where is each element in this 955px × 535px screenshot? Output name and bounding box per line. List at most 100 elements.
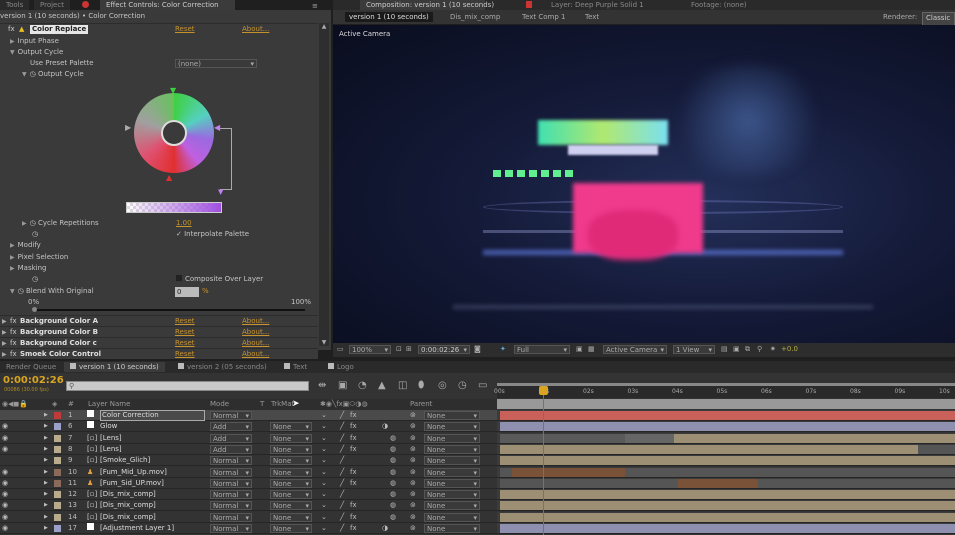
comp-nav-version1[interactable]: version 1 (10 seconds) — [345, 12, 433, 22]
snapshot-icon[interactable]: ◙ — [474, 345, 481, 353]
pickwhip-icon[interactable]: ⊚ — [410, 455, 416, 466]
quality-switch-icon[interactable]: ╱ — [340, 512, 344, 523]
layer-row[interactable]: ◉ ▶ 7 [▫] [Lens] Add None ⌄ ╱ fx ◍ ⊚ Non… — [0, 432, 497, 444]
timeline-tab[interactable]: version 2 (05 seconds) — [172, 362, 273, 372]
fx-icon[interactable]: fx — [10, 349, 17, 360]
effect-row[interactable]: ▶ fx Smoek Color Control Reset About... — [0, 348, 318, 359]
stopwatch-icon[interactable]: ◷ — [32, 230, 38, 238]
adjustment-icon[interactable]: ◑ — [382, 421, 388, 432]
effect-name[interactable]: Color Replace — [30, 25, 89, 34]
3d-layer-icon[interactable]: ◍ — [390, 500, 396, 511]
shy-switch-icon[interactable]: ⌄ — [321, 444, 327, 455]
parent-header[interactable]: Parent — [410, 399, 432, 410]
trkmat-dropdown[interactable]: None — [270, 501, 312, 511]
layer-duration-bar[interactable] — [500, 444, 919, 454]
about-link[interactable]: About... — [242, 349, 269, 360]
blend-slider-knob[interactable] — [32, 307, 37, 312]
fx-switch-icon[interactable]: fx — [350, 421, 357, 432]
blend-with-original-label[interactable]: ▼ ◷ Blend With Original — [10, 287, 94, 295]
tab-layer[interactable]: Layer: Deep Purple Solid 1 — [545, 0, 650, 10]
eye-icon[interactable]: ◉ — [2, 512, 8, 523]
fx-switch-icon[interactable]: fx — [350, 478, 357, 489]
expand-triangle-icon[interactable]: ▶ — [44, 455, 48, 466]
shy-switch-icon[interactable]: ⌄ — [321, 500, 327, 511]
region-of-interest-icon[interactable]: ▣ — [576, 345, 583, 353]
eye-icon[interactable]: ◉ — [2, 489, 8, 500]
parent-dropdown[interactable]: None — [424, 456, 480, 466]
comp-nav-dis-mix[interactable]: Dis_mix_comp — [450, 12, 500, 22]
modify-group[interactable]: ▶ Modify — [10, 241, 41, 249]
reset-link[interactable]: Reset — [175, 24, 195, 35]
eye-icon[interactable]: ◉ — [2, 523, 8, 534]
mode-dropdown[interactable]: Add — [210, 444, 252, 454]
composite-over-layer-checkbox[interactable]: Composite Over Layer — [176, 275, 263, 283]
3d-layer-icon[interactable]: ◍ — [390, 467, 396, 478]
pixel-selection-group[interactable]: ▶ Pixel Selection — [10, 253, 68, 261]
timeline-tab[interactable]: Logo — [322, 362, 360, 372]
layer-name[interactable]: [Dis_mix_comp] — [100, 489, 156, 500]
label-color[interactable] — [54, 423, 61, 431]
quality-switch-icon[interactable]: ╱ — [340, 421, 344, 432]
input-phase[interactable]: ▶ Input Phase — [10, 37, 59, 45]
always-preview-icon[interactable]: ▭ — [337, 345, 344, 353]
layer-row[interactable]: ◉ ▶ 10 ♟ [Fum_Mid_Up.mov] Normal None ⌄ … — [0, 466, 497, 478]
quality-switch-icon[interactable]: ╱ — [340, 523, 344, 534]
label-color[interactable] — [54, 434, 61, 442]
playhead[interactable] — [539, 386, 549, 535]
output-cycle-group[interactable]: ▼ Output Cycle — [10, 48, 63, 56]
layer-row[interactable]: ◉ ▶ 13 [▫] [Dis_mix_comp] Normal None ⌄ … — [0, 500, 497, 512]
expand-triangle-icon[interactable]: ▶ — [44, 410, 48, 421]
mode-dropdown[interactable]: Normal — [210, 411, 252, 420]
masking-group[interactable]: ▶ Masking — [10, 264, 46, 272]
cycle-triangle-icon[interactable]: ▲ — [166, 173, 172, 182]
layer-row[interactable]: ◉ ▶ 8 [▫] [Lens] Add None ⌄ ╱ fx ◍ ⊚ Non… — [0, 443, 497, 455]
fx-switch-icon[interactable]: fx — [350, 512, 357, 523]
panel-menu-icon[interactable]: ≡ — [312, 2, 318, 10]
label-color[interactable] — [54, 479, 61, 487]
output-cycle-prop[interactable]: ▼ ◷ Output Cycle — [22, 70, 84, 78]
shy-switch-icon[interactable]: ⌄ — [321, 467, 327, 478]
expand-triangle-icon[interactable]: ▶ — [44, 523, 48, 534]
composition-mini-flowchart-icon[interactable]: ⇹ — [318, 380, 326, 391]
cycle-triangle-icon[interactable]: ▼ — [170, 86, 176, 95]
timeline-tab[interactable]: Render Queue — [0, 362, 63, 372]
mode-dropdown[interactable]: Normal — [210, 456, 252, 466]
layer-duration-bar[interactable] — [673, 433, 955, 443]
3d-layer-icon[interactable]: ◍ — [390, 444, 396, 455]
quality-switch-icon[interactable]: ╱ — [340, 478, 344, 489]
time-ruler[interactable]: 00s01s02s03s04s05s06s07s08s09s10s — [494, 386, 955, 398]
layer-row[interactable]: ◉ ▶ 11 ♟ [Fum_Sid_UP.mov] Normal None ⌄ … — [0, 477, 497, 489]
timeline-icon[interactable]: ⧉ — [745, 345, 750, 354]
lock-icon[interactable] — [82, 1, 89, 8]
3d-layer-icon[interactable]: ◍ — [390, 478, 396, 489]
fx-switch-icon[interactable]: fx — [350, 467, 357, 478]
parent-dropdown[interactable]: None — [424, 467, 480, 477]
shy-switch-icon[interactable]: ⌄ — [321, 478, 327, 489]
parent-dropdown[interactable]: None — [424, 524, 480, 533]
pickwhip-icon[interactable]: ⊚ — [410, 523, 416, 534]
adjustment-icon[interactable]: ◑ — [382, 523, 388, 534]
3d-layer-icon[interactable]: ◍ — [390, 512, 396, 523]
graph-editor-icon[interactable]: ◎ — [438, 380, 447, 391]
cycle-triangle-icon[interactable]: ▶ — [125, 123, 131, 132]
mode-header[interactable]: Mode — [210, 399, 229, 410]
parent-dropdown[interactable]: None — [424, 490, 480, 500]
label-color[interactable] — [54, 513, 61, 521]
cycle-repetitions-label[interactable]: ▶ ◷ Cycle Repetitions — [22, 219, 99, 227]
layer-duration-bar[interactable] — [500, 524, 955, 533]
trkmat-dropdown[interactable]: None — [270, 512, 312, 522]
effect-row[interactable]: ▶ fx Background Color c Reset About... — [0, 337, 318, 348]
layer-duration-bar[interactable] — [500, 501, 955, 511]
label-color[interactable] — [54, 412, 61, 419]
fx-switch-icon[interactable]: fx — [350, 410, 357, 421]
layer-row[interactable]: ◉ ▶ 12 [▫] [Dis_mix_comp] Normal None ⌄ … — [0, 489, 497, 501]
layer-name[interactable]: [Dis_mix_comp] — [100, 512, 156, 523]
shy-switch-icon[interactable]: ⌄ — [321, 512, 327, 523]
tab-project[interactable]: Project — [34, 0, 70, 10]
eye-icon[interactable]: ◉ — [2, 478, 8, 489]
quality-switch-icon[interactable]: ╱ — [340, 455, 344, 466]
pickwhip-icon[interactable]: ⊚ — [410, 433, 416, 444]
label-color[interactable] — [54, 468, 61, 476]
current-time[interactable]: 0:00:02:26 — [3, 375, 64, 386]
mode-dropdown[interactable]: Normal — [210, 501, 252, 511]
